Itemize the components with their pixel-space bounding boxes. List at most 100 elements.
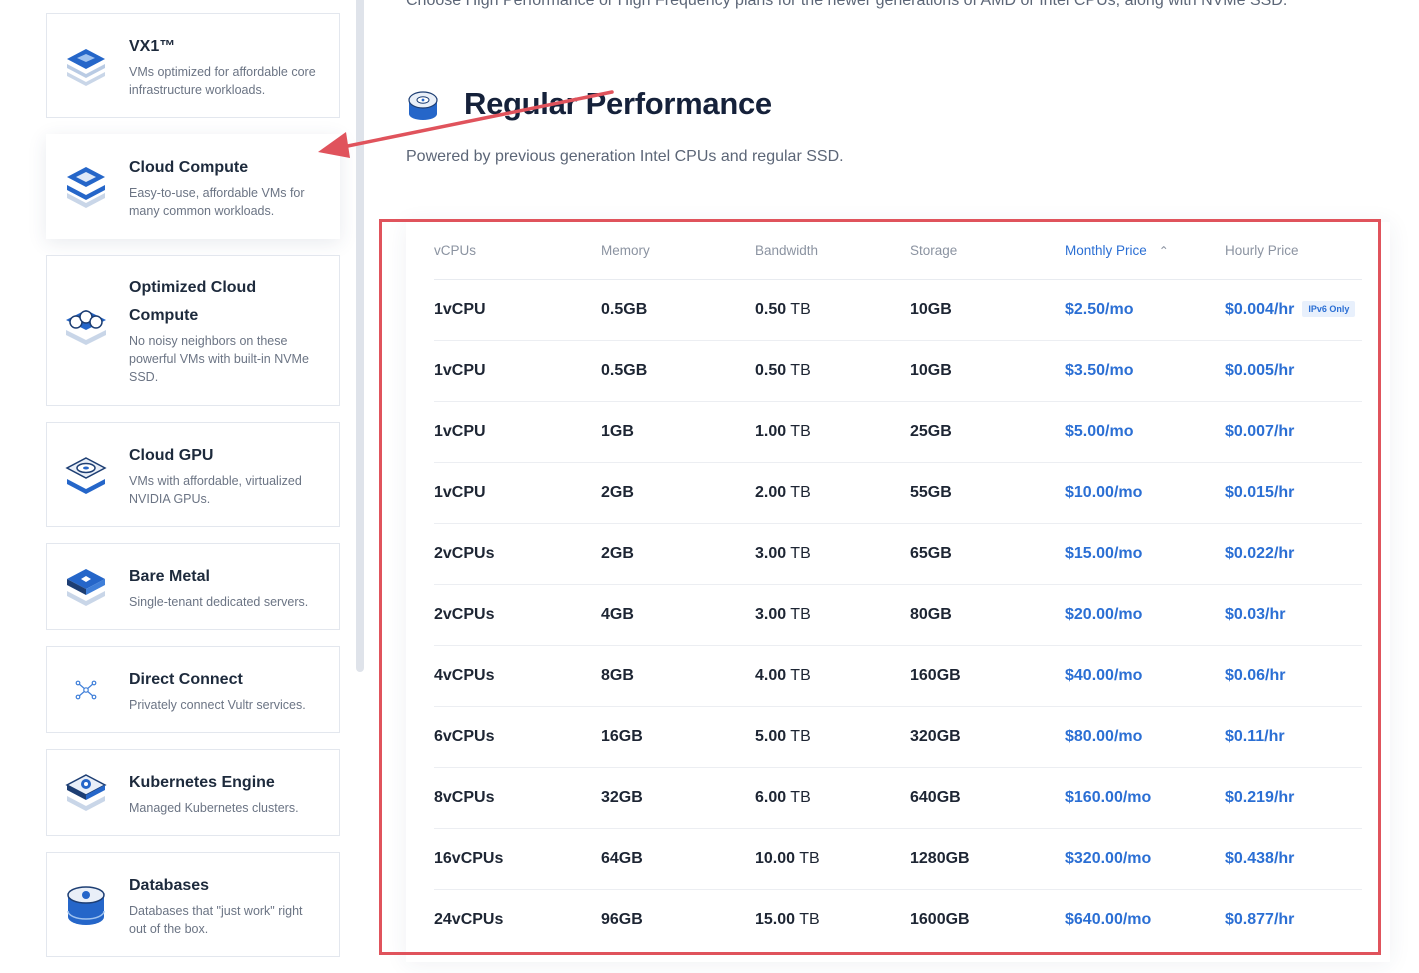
table-row[interactable]: 24vCPUs 96GB 15.00 TB 1600GB $640.00/mo $0.87…	[434, 889, 1362, 950]
cell-memory: 4GB	[601, 584, 755, 646]
intro-text: Choose High Performance or High Frequenc…	[406, 0, 1288, 9]
table-row[interactable]: 1vCPU 1GB 1.00 TB 25GB $5.00/mo $0.007/hr	[434, 401, 1362, 463]
header-monthly-label: Monthly Price	[1065, 242, 1147, 258]
cell-memory: 0.5GB	[601, 279, 755, 341]
cell-hourly-price: $0.015/hr	[1225, 462, 1362, 524]
header-vcpus[interactable]: vCPUs	[434, 222, 601, 280]
cell-memory: 1GB	[601, 401, 755, 463]
bare-metal-icon	[61, 564, 111, 610]
sidebar-item-title: Bare Metal	[129, 567, 210, 585]
table-row[interactable]: 4vCPUs 8GB 4.00 TB 160GB $40.00/mo $0.06/hr	[434, 645, 1362, 707]
table-row[interactable]: 1vCPU 2GB 2.00 TB 55GB $10.00/mo $0.015/hr	[434, 462, 1362, 524]
table-row[interactable]: 1vCPU 0.5GB 0.50 TB 10GB $3.50/mo $0.005/hr	[434, 340, 1362, 402]
cell-vcpus: 1vCPU	[434, 462, 601, 524]
optimized-compute-icon	[61, 304, 111, 350]
sidebar-item-desc: Managed Kubernetes clusters.	[129, 800, 299, 815]
sidebar-item-direct-connect[interactable]: Direct Connect Privately connect Vultr s…	[46, 646, 340, 733]
bandwidth-unit: TB	[790, 666, 811, 684]
bandwidth-value: 3.00	[755, 605, 787, 623]
hourly-value: $0.015/hr	[1225, 483, 1295, 501]
bandwidth-value: 15.00	[755, 910, 796, 928]
table-row[interactable]: 1vCPU 0.5GB 0.50 TB 10GB $2.50/mo $0.004/hr IP…	[434, 279, 1362, 341]
cell-monthly-price: $40.00/mo	[1065, 645, 1225, 707]
hourly-value: $0.11/hr	[1225, 727, 1285, 745]
cell-monthly-price: $2.50/mo	[1065, 279, 1225, 341]
header-monthly-price[interactable]: Monthly Price ⌃	[1065, 222, 1225, 280]
cell-storage: 10GB	[910, 340, 1065, 402]
header-storage[interactable]: Storage	[910, 222, 1065, 280]
bandwidth-value: 10.00	[755, 849, 796, 867]
cell-storage: 640GB	[910, 767, 1065, 829]
cell-monthly-price: $3.50/mo	[1065, 340, 1225, 402]
bandwidth-value: 0.50	[755, 300, 787, 318]
sidebar-item-vx1[interactable]: VX1™ VMs optimized for affordable core i…	[46, 13, 340, 118]
bandwidth-unit: TB	[790, 361, 811, 379]
cell-monthly-price: $10.00/mo	[1065, 462, 1225, 524]
cell-hourly-price: $0.03/hr	[1225, 584, 1362, 646]
cloud-compute-icon	[61, 163, 111, 211]
cell-bandwidth: 0.50 TB	[755, 279, 910, 341]
hourly-value: $0.022/hr	[1225, 544, 1295, 562]
hourly-value: $0.877/hr	[1225, 910, 1295, 928]
sidebar-item-optimized-cloud-compute[interactable]: Optimized Cloud Compute No noisy neighbo…	[46, 255, 340, 406]
table-row[interactable]: 2vCPUs 4GB 3.00 TB 80GB $20.00/mo $0.03/hr	[434, 584, 1362, 646]
pricing-rows: 1vCPU 0.5GB 0.50 TB 10GB $2.50/mo $0.004/hr IP…	[434, 279, 1362, 950]
cell-bandwidth: 1.00 TB	[755, 401, 910, 463]
table-row[interactable]: 2vCPUs 2GB 3.00 TB 65GB $15.00/mo $0.022/hr	[434, 523, 1362, 585]
sidebar-item-desc: Privately connect Vultr services.	[129, 697, 306, 712]
cell-monthly-price: $80.00/mo	[1065, 706, 1225, 768]
sidebar-item-title: VX1™	[129, 37, 176, 55]
cell-bandwidth: 3.00 TB	[755, 584, 910, 646]
sort-icon[interactable]: ⌃	[1159, 244, 1169, 258]
bandwidth-unit: TB	[790, 422, 811, 440]
hourly-value: $0.06/hr	[1225, 666, 1286, 684]
hourly-value: $0.007/hr	[1225, 422, 1295, 440]
header-memory[interactable]: Memory	[601, 222, 755, 280]
cell-memory: 8GB	[601, 645, 755, 707]
database-icon	[61, 881, 111, 929]
bandwidth-value: 2.00	[755, 483, 787, 501]
cell-storage: 65GB	[910, 523, 1065, 585]
cell-storage: 1600GB	[910, 910, 970, 928]
cell-bandwidth: 4.00 TB	[755, 645, 910, 707]
header-bandwidth[interactable]: Bandwidth	[755, 222, 910, 280]
bandwidth-value: 6.00	[755, 788, 787, 806]
header-hourly-price[interactable]: Hourly Price	[1225, 222, 1362, 280]
pricing-table-container: vCPUs Memory Bandwidth Storage Monthly P…	[406, 222, 1390, 962]
cell-memory: 96GB	[601, 910, 643, 928]
cell-vcpus: 6vCPUs	[434, 706, 601, 768]
sidebar-item-databases[interactable]: Databases Databases that "just work" rig…	[46, 852, 340, 957]
bandwidth-unit: TB	[790, 483, 811, 501]
table-row[interactable]: 6vCPUs 16GB 5.00 TB 320GB $80.00/mo $0.11/hr	[434, 706, 1362, 768]
bandwidth-value: 1.00	[755, 422, 787, 440]
cell-vcpus: 1vCPU	[434, 401, 601, 463]
cell-monthly-price: $20.00/mo	[1065, 584, 1225, 646]
table-row[interactable]: 8vCPUs 32GB 6.00 TB 640GB $160.00/mo $0.219/h…	[434, 767, 1362, 829]
cell-memory: 2GB	[601, 523, 755, 585]
sidebar-item-cloud-compute[interactable]: Cloud Compute Easy-to-use, affordable VM…	[46, 134, 340, 239]
sidebar-item-desc: VMs with affordable, virtualized NVIDIA …	[129, 473, 302, 506]
hourly-value: $0.005/hr	[1225, 361, 1295, 379]
sidebar-item-title: Optimized Cloud Compute	[129, 279, 257, 324]
cell-monthly-price: $640.00/mo	[1065, 910, 1152, 928]
bandwidth-unit: TB	[790, 605, 811, 623]
cell-hourly-price: $0.877/hr	[1225, 889, 1362, 950]
bandwidth-unit: TB	[799, 849, 820, 867]
bandwidth-value: 4.00	[755, 666, 787, 684]
sidebar-item-desc: Databases that "just work" right out of …	[129, 903, 303, 936]
cell-memory: 64GB	[601, 828, 755, 890]
cell-memory: 2GB	[601, 462, 755, 524]
cell-vcpus: 2vCPUs	[434, 584, 601, 646]
cell-storage: 320GB	[910, 706, 1065, 768]
bandwidth-unit: TB	[790, 544, 811, 562]
cell-storage: 55GB	[910, 462, 1065, 524]
sidebar-item-cloud-gpu[interactable]: Cloud GPU VMs with affordable, virtualiz…	[46, 422, 340, 527]
table-row[interactable]: 16vCPUs 64GB 10.00 TB 1280GB $320.00/mo $0.43…	[434, 828, 1362, 890]
cell-bandwidth: 0.50 TB	[755, 340, 910, 402]
sidebar-item-bare-metal[interactable]: Bare Metal Single-tenant dedicated serve…	[46, 543, 340, 630]
bandwidth-unit: TB	[799, 910, 820, 928]
cell-hourly-price: $0.005/hr	[1225, 340, 1362, 402]
bandwidth-value: 0.50	[755, 361, 787, 379]
sidebar-item-kubernetes-engine[interactable]: Kubernetes Engine Managed Kubernetes clu…	[46, 749, 340, 836]
cell-vcpus: 24vCPUs	[434, 910, 504, 928]
